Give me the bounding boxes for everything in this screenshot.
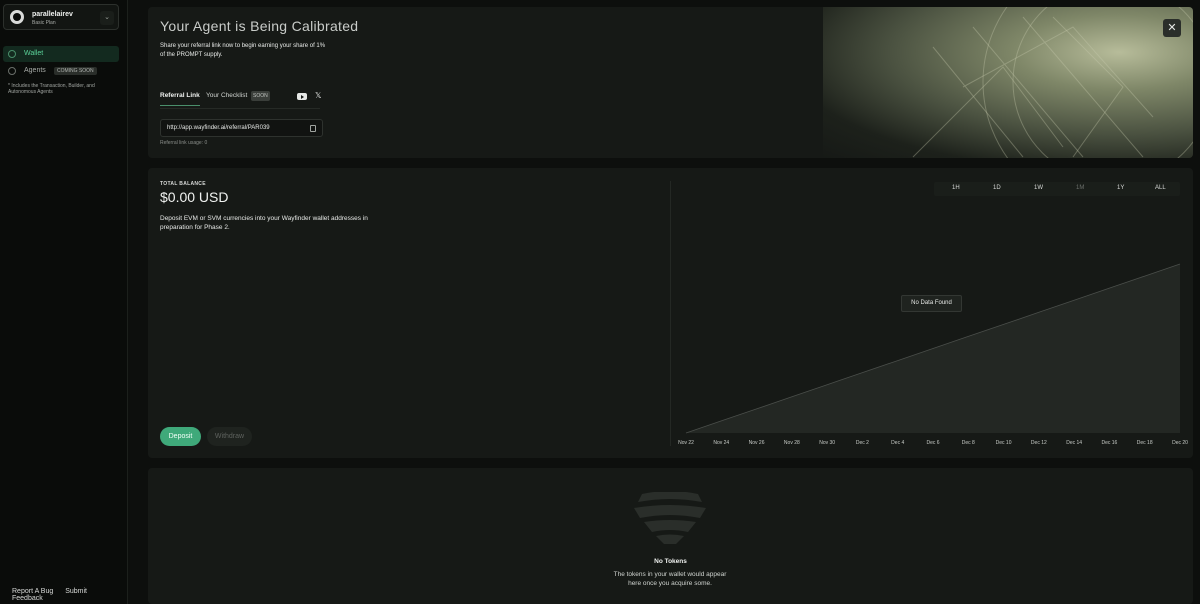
balance-panel: TOTAL BALANCE $0.00 USD Deposit EVM or S… [148,168,1193,458]
total-balance-label: TOTAL BALANCE [160,181,206,187]
page-title: Your Agent is Being Calibrated [160,18,359,34]
x-tick-label: Nov 30 [819,440,835,446]
no-tokens-title: No Tokens [654,558,687,565]
sidebar-item-label: Wallet [24,50,44,57]
x-tick-label: Dec 18 [1137,440,1153,446]
sidebar-footer: Report A Bug Submit Feedback [12,588,127,602]
referral-link-value: http://app.wayfinder.ai/referral/PAR039 [167,125,270,131]
deposit-button[interactable]: Deposit [160,427,201,446]
balance-description: Deposit EVM or SVM currencies into your … [160,215,368,231]
tokens-panel: No Tokens The tokens in your wallet woul… [148,468,1193,604]
range-all[interactable]: ALL [1155,185,1166,191]
range-1w[interactable]: 1W [1034,185,1043,191]
referral-link-field[interactable]: http://app.wayfinder.ai/referral/PAR039 [160,119,323,137]
x-tick-label: Dec 6 [926,440,939,446]
account-plan: Basic Plan [32,20,56,26]
sidebar-item-label: Agents [24,67,46,74]
no-data-tooltip: No Data Found [901,295,962,312]
chevron-down-icon[interactable]: ⌄ [100,11,114,25]
range-1m[interactable]: 1M [1076,185,1084,191]
x-tick-label: Dec 8 [962,440,975,446]
x-tick-label: Dec 14 [1066,440,1082,446]
wayfinder-logo-icon [10,10,24,24]
x-twitter-icon[interactable]: 𝕏 [315,91,321,100]
withdraw-button[interactable]: Withdraw [207,427,252,446]
hero-artwork [823,7,1193,158]
time-range-selector: 1H 1D 1W 1M 1Y ALL [934,182,1180,196]
account-switcher[interactable]: parallelairev Basic Plan ⌄ [3,4,119,30]
x-tick-label: Nov 22 [678,440,694,446]
agents-note: * Includes the Transaction, Builder, and… [8,83,95,95]
x-tick-label: Dec 10 [996,440,1012,446]
coming-soon-badge: COMING SOON [54,67,97,75]
soon-badge: SOON [251,91,270,101]
tab-referral-link[interactable]: Referral Link [160,92,200,106]
app-root: parallelairev Basic Plan ⌄ Wallet Agents… [0,0,1200,604]
copy-icon[interactable] [310,125,316,132]
account-name: parallelairev [32,11,73,18]
youtube-icon[interactable] [297,93,307,100]
sidebar: parallelairev Basic Plan ⌄ Wallet Agents… [0,0,128,604]
referral-panel: ✕ Your Agent is Being Calibrated Share y… [148,7,1193,158]
x-tick-label: Dec 12 [1031,440,1047,446]
referral-subtitle: Share your referral link now to begin ea… [160,43,326,58]
referral-usage: Referral link usage: 0 [160,140,208,146]
range-1h[interactable]: 1H [952,185,960,191]
close-button[interactable]: ✕ [1163,19,1181,37]
balance-chart: Nov 22 Nov 24 Nov 26 Nov 28 Nov 30 Dec 2 Dec 4… [678,263,1188,446]
x-tick-label: Dec 16 [1102,440,1118,446]
x-tick-label: Nov 24 [713,440,729,446]
agents-icon [8,67,16,75]
tab-divider [160,108,320,109]
empty-tokens-icon [634,492,706,544]
sidebar-item-wallet[interactable]: Wallet [3,46,119,62]
tab-checklist[interactable]: Your Checklist [206,92,247,99]
wallet-icon [8,50,16,58]
x-tick-label: Dec 20 [1172,440,1188,446]
sidebar-item-agents[interactable]: Agents COMING SOON [3,63,119,79]
x-tick-label: Dec 2 [856,440,869,446]
range-1y[interactable]: 1Y [1117,185,1124,191]
report-bug-link[interactable]: Report A Bug [12,588,53,595]
x-tick-label: Nov 28 [784,440,800,446]
panel-divider [670,181,671,446]
range-1d[interactable]: 1D [993,185,1001,191]
x-tick-label: Nov 26 [749,440,765,446]
x-tick-label: Dec 4 [891,440,904,446]
total-balance-value: $0.00 USD [160,189,229,205]
no-tokens-description: The tokens in your wallet would appear h… [613,571,727,587]
